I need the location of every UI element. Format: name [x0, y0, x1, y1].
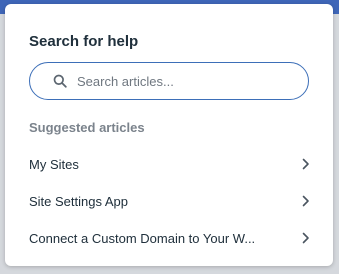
article-link-site-settings-app[interactable]: Site Settings App — [29, 189, 311, 213]
article-label: Site Settings App — [29, 193, 129, 209]
suggested-articles-heading: Suggested articles — [29, 120, 145, 135]
search-field[interactable] — [29, 62, 309, 100]
chevron-right-icon — [302, 232, 309, 244]
chevron-right-icon — [302, 195, 309, 207]
article-label: Connect a Custom Domain to Your W... — [29, 230, 256, 246]
help-panel-title: Search for help — [29, 33, 139, 50]
search-input[interactable] — [77, 71, 297, 91]
article-link-connect-custom-domain[interactable]: Connect a Custom Domain to Your W... — [29, 226, 311, 250]
article-link-my-sites[interactable]: My Sites — [29, 152, 311, 176]
search-icon — [53, 74, 67, 88]
chevron-right-icon — [302, 158, 309, 170]
article-label: My Sites — [29, 156, 79, 172]
help-panel: Search for help Suggested articles My Si… — [5, 4, 333, 266]
